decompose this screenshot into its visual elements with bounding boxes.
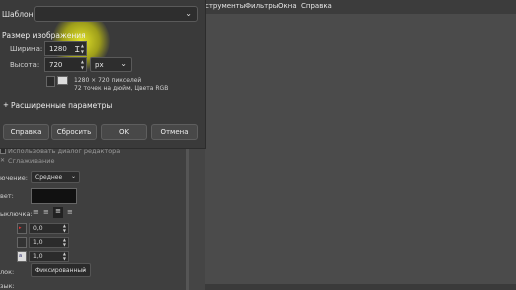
chevron-down-icon[interactable]: ▼	[81, 65, 84, 70]
chevron-down-icon: ⌄	[81, 266, 87, 273]
hinting-label: ючение:	[0, 174, 28, 182]
width-label: Ширина:	[10, 45, 43, 53]
hinting-value: Среднее	[35, 174, 63, 181]
width-input[interactable]: 1280 Ɪ ▲ ▼	[44, 41, 87, 56]
expander-plus-icon[interactable]: +	[3, 101, 9, 109]
justify-buttons: ≡ ≡ ≡ ≡	[31, 207, 77, 218]
help-button[interactable]: Справка	[3, 124, 49, 140]
chevron-down-icon: ⌄	[70, 173, 76, 180]
box-label: лок:	[0, 268, 15, 276]
indent-icon: ▸	[17, 223, 27, 234]
image-size-title: Размер изображения	[2, 31, 86, 40]
line-spacing-icon	[17, 237, 27, 248]
color-label: вет:	[0, 192, 14, 200]
justify-right-icon[interactable]: ≡	[43, 208, 49, 216]
tool-options-panel: Использовать диалог редактора ✕ Сглажива…	[0, 147, 186, 290]
chevron-down-icon[interactable]: ▼	[63, 257, 66, 261]
chevron-up-icon[interactable]: ▲	[81, 59, 84, 64]
cancel-button[interactable]: Отмена	[151, 124, 198, 140]
justify-left-icon[interactable]: ≡	[33, 208, 39, 216]
image-info-resolution: 72 точек на дюйм, Цвета RGB	[74, 85, 169, 92]
image-info-pixels: 1280 × 720 пикселей	[74, 77, 142, 84]
language-label: зык:	[0, 282, 15, 290]
text-cursor-icon: Ɪ	[75, 45, 80, 54]
antialias-check-icon[interactable]: ✕	[0, 157, 5, 164]
height-input[interactable]: 720 ▲ ▼	[44, 57, 87, 72]
letter-spacing-icon: a	[17, 251, 27, 262]
reset-button[interactable]: Сбросить	[51, 124, 97, 140]
chevron-down-icon[interactable]: ▼	[63, 229, 66, 233]
horizontal-scrollbar[interactable]	[205, 284, 516, 290]
menu-windows[interactable]: Окна	[278, 2, 297, 10]
indent-spinner[interactable]: 0,0 ▲ ▼	[29, 223, 69, 234]
ok-button[interactable]: OK	[101, 124, 147, 140]
box-mode-select[interactable]: Фиксированный ⌄	[31, 263, 91, 277]
chevron-down-icon: ⌄	[120, 59, 127, 68]
menubar: струменты Фильтры Окна Справка	[205, 0, 516, 14]
landscape-icon[interactable]	[57, 76, 68, 85]
template-label: Шаблон:	[2, 10, 37, 19]
justify-center-icon[interactable]: ≡	[53, 207, 63, 218]
chevron-down-icon[interactable]: ▼	[63, 243, 66, 247]
chevron-up-icon[interactable]: ▲	[81, 43, 84, 48]
menu-tools[interactable]: струменты	[205, 2, 245, 10]
advanced-options-label[interactable]: Расширенные параметры	[11, 101, 112, 110]
line-spacing-value: 1,0	[33, 239, 43, 246]
line-spacing-spinner[interactable]: 1,0 ▲ ▼	[29, 237, 69, 248]
width-value: 1280	[49, 45, 67, 53]
box-mode-value: Фиксированный	[35, 267, 87, 274]
chevron-down-icon: ⌄	[185, 9, 192, 18]
create-image-dialog: Шаблон: ⌄ Размер изображения Ширина: 128…	[0, 0, 206, 149]
antialiasing-label: Сглаживание	[8, 157, 55, 165]
letter-spacing-value: 1,0	[33, 253, 43, 260]
portrait-icon[interactable]	[46, 76, 55, 87]
template-select[interactable]: ⌄	[34, 6, 198, 22]
vertical-ruler	[186, 148, 189, 290]
indent-value: 0,0	[33, 225, 43, 232]
justify-label: ыключка:	[0, 210, 33, 218]
menu-help[interactable]: Справка	[301, 2, 332, 10]
justify-fill-icon[interactable]: ≡	[67, 208, 73, 216]
chevron-down-icon[interactable]: ▼	[81, 49, 84, 54]
text-color-swatch[interactable]	[31, 188, 77, 204]
unit-select[interactable]: px ⌄	[90, 57, 132, 72]
letter-spacing-spinner[interactable]: 1,0 ▲ ▼	[29, 251, 69, 262]
height-label: Высота:	[10, 61, 40, 69]
menu-filters[interactable]: Фильтры	[245, 2, 278, 10]
unit-value: px	[95, 61, 104, 69]
canvas-area	[205, 14, 516, 290]
hinting-select[interactable]: Среднее ⌄	[31, 171, 80, 183]
height-value: 720	[49, 61, 63, 69]
